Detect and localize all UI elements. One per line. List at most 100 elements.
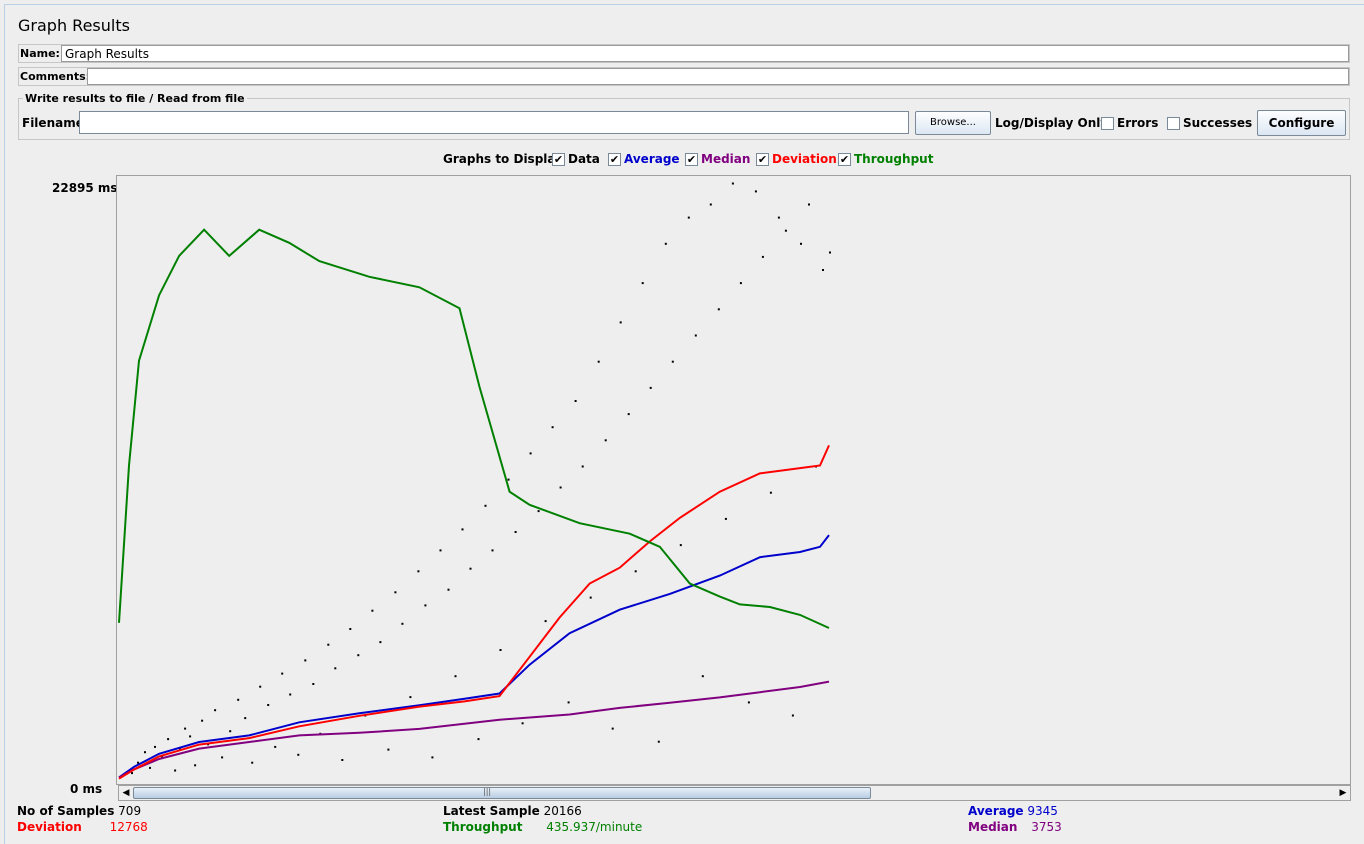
data-point <box>537 510 540 513</box>
data-point <box>731 182 734 185</box>
median-checkbox[interactable]: ✔ <box>685 153 698 166</box>
latest-stat: Latest Sample 20166 <box>443 804 582 818</box>
data-point <box>687 216 690 219</box>
data-point <box>754 190 757 193</box>
data-point <box>297 753 300 756</box>
data-point <box>237 698 240 701</box>
data-checkbox[interactable]: ✔ <box>552 153 565 166</box>
samples-stat: No of Samples 709 <box>17 804 141 818</box>
data-point <box>167 738 170 741</box>
data-point <box>131 772 133 775</box>
data-point <box>477 738 480 741</box>
deviation-checkbox[interactable]: ✔ <box>756 153 769 166</box>
data-point <box>327 643 330 646</box>
data-point <box>259 685 262 688</box>
data-point <box>559 486 562 489</box>
data-point <box>424 604 427 607</box>
configure-button[interactable]: Configure <box>1257 110 1346 136</box>
data-point <box>521 722 524 725</box>
data-point <box>349 628 352 630</box>
data-point <box>634 570 637 573</box>
data-point <box>701 675 704 678</box>
deviation-value: 12768 <box>109 820 148 834</box>
latest-label: Latest Sample <box>443 804 540 818</box>
successes-label: Successes <box>1183 116 1253 130</box>
average-stat: Average 9345 <box>968 804 1058 818</box>
graphs-to-display-label: Graphs to Display <box>443 152 563 166</box>
data-point <box>371 609 374 612</box>
data-point <box>461 528 464 531</box>
data-point <box>671 360 674 363</box>
data-point <box>822 269 824 271</box>
data-point <box>769 491 772 494</box>
graph-svg <box>118 182 831 780</box>
data-point <box>808 203 810 206</box>
data-point <box>641 282 644 285</box>
throughput-label: Throughput <box>443 820 523 834</box>
scroll-left-arrow-icon[interactable]: ◀ <box>119 787 133 799</box>
data-point <box>304 659 307 662</box>
data-point <box>784 229 787 232</box>
y-min-label: 0 ms <box>70 782 103 796</box>
data-point <box>694 334 697 337</box>
throughput-option-label: Throughput <box>854 152 934 166</box>
data-point <box>387 748 390 751</box>
errors-label: Errors <box>1117 116 1159 130</box>
data-point <box>439 549 442 552</box>
data-point <box>341 759 344 761</box>
scroll-grip-icon: ||| <box>483 787 492 796</box>
data-point <box>184 727 187 730</box>
data-point <box>581 465 584 468</box>
deviation-stat: Deviation 12768 <box>17 820 148 834</box>
data-point <box>431 756 434 759</box>
data-point <box>214 709 217 712</box>
data-point <box>739 282 742 285</box>
data-point <box>574 400 577 402</box>
comments-input[interactable] <box>87 68 1349 85</box>
name-row: Name: Graph Results <box>18 44 1350 63</box>
deviation-option-label: Deviation <box>772 152 837 166</box>
data-point <box>401 622 404 625</box>
filename-input[interactable] <box>79 111 909 134</box>
data-point <box>469 567 472 570</box>
data-point <box>514 531 517 533</box>
data-point <box>604 439 607 442</box>
write-results-group: Write results to file / Read from file F… <box>18 92 1350 140</box>
graph-area <box>116 175 1351 785</box>
successes-checkbox[interactable] <box>1167 117 1180 130</box>
data-point <box>174 769 177 772</box>
data-option-label: Data <box>568 152 600 166</box>
average-value: 9345 <box>1027 804 1058 818</box>
name-input[interactable]: Graph Results <box>61 45 1349 62</box>
average-label: Average <box>968 804 1024 818</box>
data-point <box>709 203 712 206</box>
data-point <box>611 727 614 730</box>
horizontal-scrollbar[interactable]: ◀ ||| ▶ <box>118 785 1351 801</box>
data-point <box>379 641 382 644</box>
data-point <box>499 649 502 651</box>
data-point <box>551 426 554 429</box>
browse-button[interactable]: Browse... <box>915 111 991 135</box>
data-point <box>791 714 794 717</box>
data-point <box>679 544 682 547</box>
write-results-legend: Write results to file / Read from file <box>23 92 247 105</box>
comments-label: Comments: <box>20 70 91 83</box>
median-series-line <box>118 680 830 779</box>
scroll-right-arrow-icon[interactable]: ▶ <box>1336 787 1350 799</box>
scrollbar-thumb[interactable] <box>133 787 871 799</box>
data-point <box>529 452 532 455</box>
median-value: 3753 <box>1031 820 1062 834</box>
filename-label: Filename <box>22 116 84 130</box>
average-checkbox[interactable]: ✔ <box>608 153 621 166</box>
deviation-series-line <box>118 444 830 780</box>
throughput-checkbox[interactable]: ✔ <box>838 153 851 166</box>
page-title: Graph Results <box>18 16 130 35</box>
errors-checkbox[interactable] <box>1101 117 1114 130</box>
data-point <box>194 764 197 767</box>
latest-value: 20166 <box>543 804 582 818</box>
data-point <box>312 683 315 685</box>
data-point <box>717 308 720 311</box>
data-point <box>267 704 270 706</box>
data-point <box>244 717 247 720</box>
data-point <box>777 216 780 219</box>
